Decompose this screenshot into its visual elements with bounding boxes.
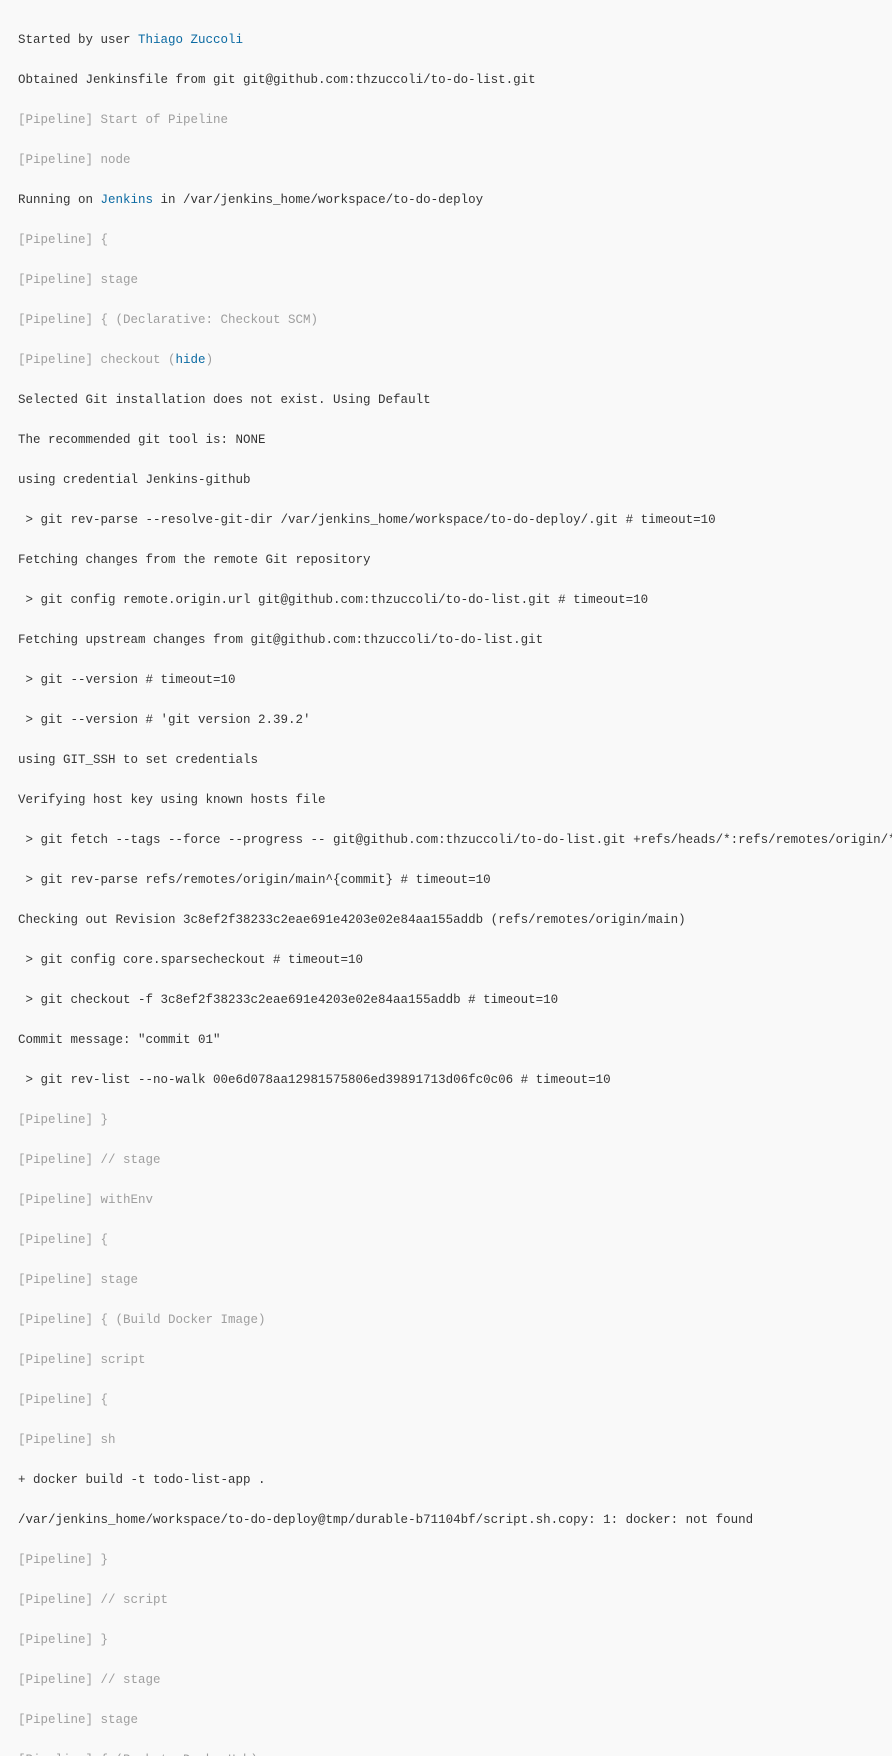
log-line: using credential Jenkins-github bbox=[18, 470, 874, 490]
log-line: > git config core.sparsecheckout # timeo… bbox=[18, 950, 874, 970]
log-line: > git rev-parse --resolve-git-dir /var/j… bbox=[18, 510, 874, 530]
text: Running on bbox=[18, 193, 101, 207]
text: ) bbox=[206, 353, 214, 367]
pipeline-line: [Pipeline] { (Build Docker Image) bbox=[18, 1310, 874, 1330]
log-line: > git rev-list --no-walk 00e6d078aa12981… bbox=[18, 1070, 874, 1090]
log-line: Running on Jenkins in /var/jenkins_home/… bbox=[18, 190, 874, 210]
log-line: Fetching changes from the remote Git rep… bbox=[18, 550, 874, 570]
user-link[interactable]: Thiago Zuccoli bbox=[138, 33, 243, 47]
log-line: Fetching upstream changes from git@githu… bbox=[18, 630, 874, 650]
pipeline-line: [Pipeline] { bbox=[18, 1230, 874, 1250]
text: ( bbox=[161, 353, 176, 367]
log-line: The recommended git tool is: NONE bbox=[18, 430, 874, 450]
hide-link[interactable]: hide bbox=[176, 353, 206, 367]
text: [Pipeline] checkout bbox=[18, 353, 161, 367]
pipeline-line: [Pipeline] withEnv bbox=[18, 1190, 874, 1210]
log-line: > git rev-parse refs/remotes/origin/main… bbox=[18, 870, 874, 890]
pipeline-line: [Pipeline] stage bbox=[18, 270, 874, 290]
log-line: > git fetch --tags --force --progress --… bbox=[18, 830, 874, 850]
pipeline-line: [Pipeline] { bbox=[18, 1390, 874, 1410]
log-line: Selected Git installation does not exist… bbox=[18, 390, 874, 410]
pipeline-line: [Pipeline] stage bbox=[18, 1270, 874, 1290]
pipeline-line: [Pipeline] // stage bbox=[18, 1670, 874, 1690]
pipeline-line: [Pipeline] checkout (hide) bbox=[18, 350, 874, 370]
log-line: /var/jenkins_home/workspace/to-do-deploy… bbox=[18, 1510, 874, 1530]
pipeline-line: [Pipeline] { (Declarative: Checkout SCM) bbox=[18, 310, 874, 330]
pipeline-line: [Pipeline] // script bbox=[18, 1590, 874, 1610]
console-output: Started by user Thiago Zuccoli Obtained … bbox=[0, 0, 892, 1756]
text: in /var/jenkins_home/workspace/to-do-dep… bbox=[153, 193, 483, 207]
pipeline-line: [Pipeline] sh bbox=[18, 1430, 874, 1450]
log-line: > git --version # 'git version 2.39.2' bbox=[18, 710, 874, 730]
log-line: using GIT_SSH to set credentials bbox=[18, 750, 874, 770]
pipeline-line: [Pipeline] } bbox=[18, 1110, 874, 1130]
pipeline-line: [Pipeline] { bbox=[18, 230, 874, 250]
pipeline-line: [Pipeline] { (Push to DockerHub) bbox=[18, 1750, 874, 1756]
jenkins-node-link[interactable]: Jenkins bbox=[101, 193, 154, 207]
log-line: Checking out Revision 3c8ef2f38233c2eae6… bbox=[18, 910, 874, 930]
pipeline-line: [Pipeline] } bbox=[18, 1630, 874, 1650]
log-line: Obtained Jenkinsfile from git git@github… bbox=[18, 70, 874, 90]
pipeline-line: [Pipeline] script bbox=[18, 1350, 874, 1370]
text: Started by user bbox=[18, 33, 138, 47]
pipeline-line: [Pipeline] // stage bbox=[18, 1150, 874, 1170]
pipeline-line: [Pipeline] node bbox=[18, 150, 874, 170]
log-line: Started by user Thiago Zuccoli bbox=[18, 30, 874, 50]
log-line: > git config remote.origin.url git@githu… bbox=[18, 590, 874, 610]
pipeline-line: [Pipeline] } bbox=[18, 1550, 874, 1570]
log-line: Commit message: "commit 01" bbox=[18, 1030, 874, 1050]
log-line: > git checkout -f 3c8ef2f38233c2eae691e4… bbox=[18, 990, 874, 1010]
pipeline-line: [Pipeline] stage bbox=[18, 1710, 874, 1730]
log-line: Verifying host key using known hosts fil… bbox=[18, 790, 874, 810]
log-line: + docker build -t todo-list-app . bbox=[18, 1470, 874, 1490]
pipeline-line: [Pipeline] Start of Pipeline bbox=[18, 110, 874, 130]
log-line: > git --version # timeout=10 bbox=[18, 670, 874, 690]
